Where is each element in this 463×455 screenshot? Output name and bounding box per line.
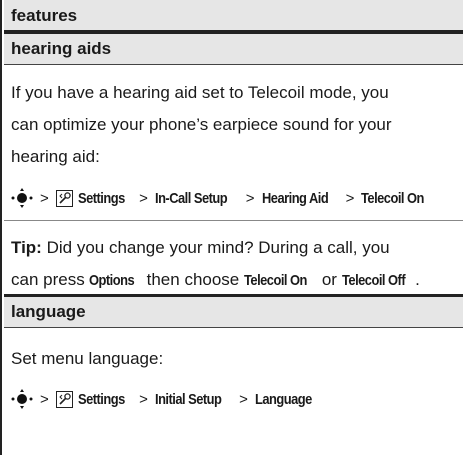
hearing-aids-menu-path: > Settings > In-Call Setup > Hearing Aid… [11,188,434,208]
hearing-aids-title: hearing aids [11,39,112,58]
nav-key-icon [11,188,33,208]
tip-label: Tip: [11,238,42,257]
path-separator: > [239,390,248,408]
path-in-call-setup: In-Call Setup [154,189,228,207]
tip-line-2-d: . [415,270,420,289]
path-separator: > [139,189,148,207]
tip-line-2-b: then choose [141,270,244,289]
tip-telecoil-on: Telecoil On [243,272,307,289]
path-separator: > [40,390,49,408]
tip-telecoil-off: Telecoil Off [341,272,406,289]
hearing-aids-line-1: If you have a hearing aid set to Telecoi… [11,83,389,102]
tip-line-2: can press Options then choose Telecoil O… [11,270,420,290]
path-settings: Settings [77,390,125,408]
path-separator: > [345,189,355,207]
header-title: features [11,6,78,25]
features-table: features hearing aids If you have a hear… [0,0,463,455]
tip-line-2-c: or [317,270,342,289]
language-description: Set menu language: [11,349,164,368]
hearing-aids-line-2: can optimize your phone’s earpiece sound… [11,115,392,134]
hearing-aids-heading-rule [4,64,463,65]
tip-options-key: Options [89,272,135,289]
tip-line-2-a: can press [11,270,90,289]
path-separator: > [40,189,49,207]
nav-key-icon [11,389,33,409]
tip-line-1-text: Did you change your mind? During a call,… [41,238,390,257]
settings-menu-icon [55,390,73,408]
language-title: language [11,302,86,321]
path-separator: > [245,189,255,207]
path-separator: > [139,390,148,408]
settings-menu-icon [55,189,73,207]
path-settings: Settings [77,189,125,207]
language-menu-path: > Settings > Initial Setup > Language [11,389,321,409]
path-initial-setup: Initial Setup [154,390,222,408]
tip-line-1: Tip: Did you change your mind? During a … [11,238,390,258]
path-telecoil-on: Telecoil On [361,189,425,207]
path-language: Language [254,390,312,408]
path-hearing-aid: Hearing Aid [261,189,329,207]
hearing-aids-line-3: hearing aid: [11,147,100,166]
manual-page: features hearing aids If you have a hear… [0,0,463,455]
path-rule [4,220,463,221]
language-heading-rule [4,327,463,328]
